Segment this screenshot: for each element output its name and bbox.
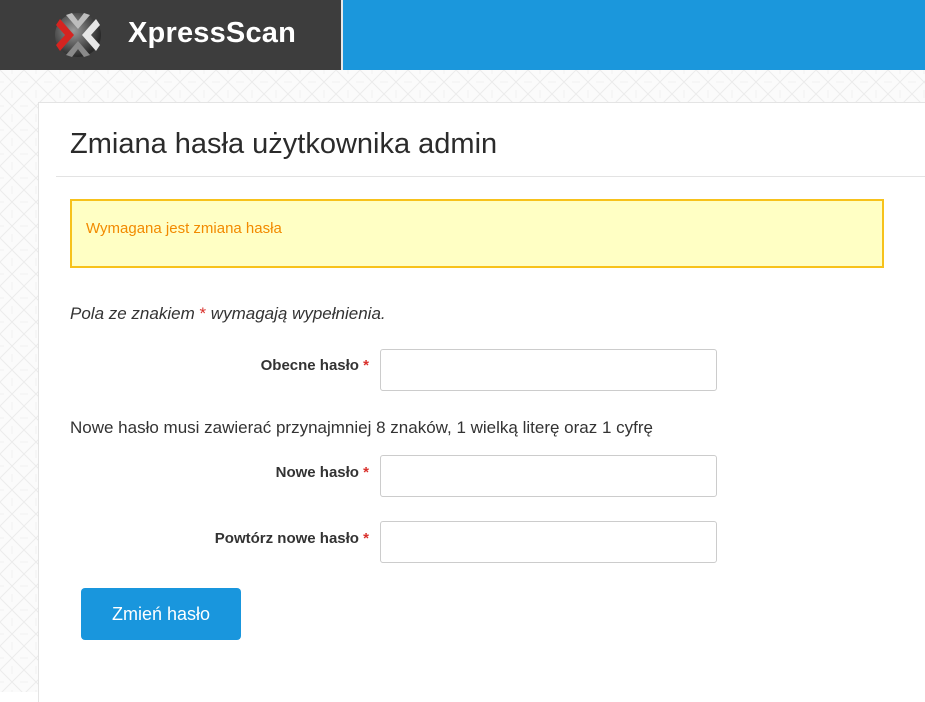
repeat-password-label: Powtórz nowe hasło * [215, 530, 369, 547]
title-divider [56, 176, 925, 177]
repeat-password-label-text: Powtórz nowe hasło [214, 530, 359, 547]
new-password-input[interactable] [380, 455, 717, 497]
password-requirements-hint: Nowe hasło musi zawierać przynajmniej 8 … [70, 418, 653, 437]
new-password-label-text: Nowe hasło [275, 464, 359, 481]
required-star: * [363, 464, 369, 481]
required-fields-note: Pola ze znakiem * wymagają wypełnienia. [70, 304, 386, 324]
new-password-label: Nowe hasło * [276, 464, 369, 481]
page-title: Zmiana hasła użytkownika admin [70, 128, 498, 160]
repeat-password-input[interactable] [380, 521, 717, 563]
current-password-input[interactable] [380, 349, 717, 391]
brand-area: XpressScan [0, 0, 343, 70]
change-password-button[interactable]: Zmień hasło [81, 588, 241, 640]
top-header: XpressScan [0, 0, 925, 70]
required-note-text: Pola ze znakiem [70, 304, 200, 323]
brand-name: XpressScan [128, 17, 297, 49]
xpressscan-x-logo-icon [52, 11, 104, 59]
required-star: * [363, 530, 369, 547]
required-note-text-end: wymagają wypełnienia. [206, 304, 386, 323]
required-star: * [363, 357, 369, 374]
current-password-label-text: Obecne hasło [260, 357, 359, 374]
alert-text: Wymagana jest zmiana hasła [86, 220, 282, 237]
current-password-label: Obecne hasło * [261, 357, 369, 374]
password-change-required-alert: Wymagana jest zmiana hasła [70, 199, 884, 268]
